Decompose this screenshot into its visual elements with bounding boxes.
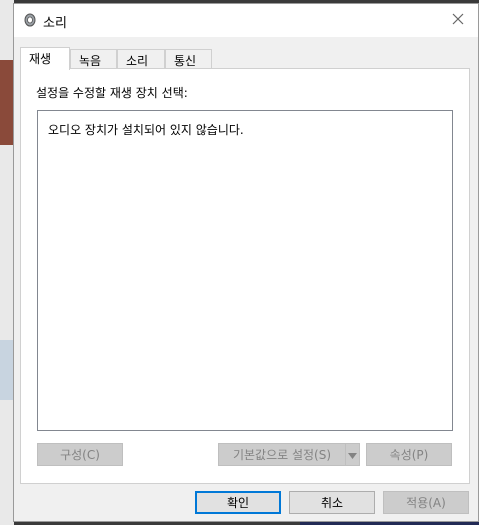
tab-recording[interactable]: 녹음 [70,49,117,68]
close-icon [452,13,464,28]
sound-dialog: 소리 재생 녹음 소리 통신 설정을 수정할 재생 장치 선택: 오디오 장치가… [13,3,479,522]
speaker-icon [23,13,37,27]
empty-message: 오디오 장치가 설치되어 있지 않습니다. [48,123,244,137]
playback-panel: 설정을 수정할 재생 장치 선택: 오디오 장치가 설치되어 있지 않습니다. … [20,68,470,484]
chevron-down-icon [348,448,357,462]
configure-button[interactable]: 구성(C) [37,443,123,466]
window-title: 소리 [43,16,67,31]
ok-button[interactable]: 확인 [195,491,281,514]
apply-button[interactable]: 적용(A) [383,491,469,514]
close-button[interactable] [438,4,478,37]
device-list[interactable]: 오디오 장치가 설치되어 있지 않습니다. [37,110,453,431]
tab-playback[interactable]: 재생 [20,47,70,70]
desktop-image [0,60,14,145]
set-default-button[interactable]: 기본값으로 설정(S) [218,443,346,466]
cancel-button[interactable]: 취소 [289,491,375,514]
set-default-dropdown[interactable] [345,443,360,466]
tab-sounds[interactable]: 소리 [117,49,165,68]
title-bar[interactable]: 소리 [14,4,478,37]
properties-button[interactable]: 속성(P) [366,443,452,466]
tab-communications[interactable]: 통신 [165,49,212,68]
desktop-image [0,340,14,400]
instruction-label: 설정을 수정할 재생 장치 선택: [36,86,188,100]
